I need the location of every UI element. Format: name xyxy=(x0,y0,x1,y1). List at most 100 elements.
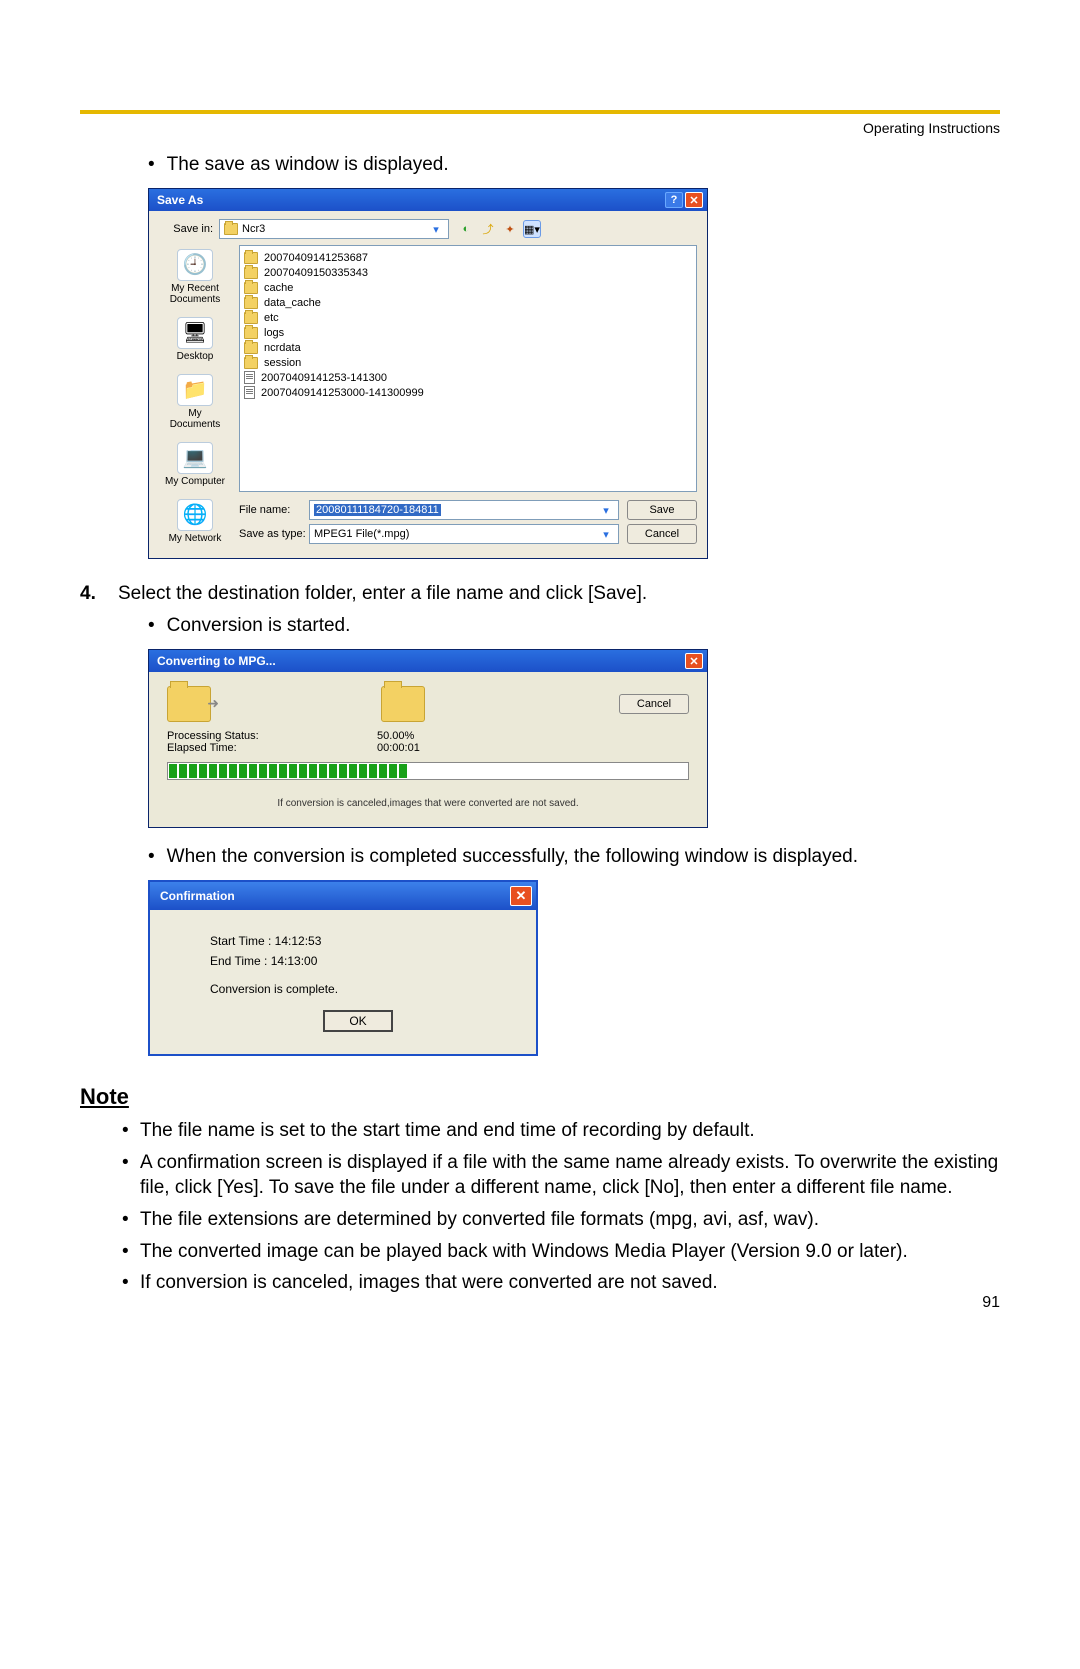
folder-icon xyxy=(244,267,258,279)
converting-title: Converting to MPG... xyxy=(157,654,276,668)
save-as-titlebar[interactable]: Save As ? ✕ xyxy=(149,189,707,211)
chevron-down-icon: ▾ xyxy=(598,528,614,541)
file-name-value: 20080111184720-184811 xyxy=(314,504,441,516)
folder-icon xyxy=(244,342,258,354)
converting-cancel-button[interactable]: Cancel xyxy=(619,694,689,714)
step-text: Select the destination folder, enter a f… xyxy=(118,583,647,605)
list-item-label: 20070409141253-141300 xyxy=(261,372,387,384)
note-list: The file name is set to the start time a… xyxy=(122,1118,1000,1296)
save-button[interactable]: Save xyxy=(627,500,697,520)
step-4: 4. Select the destination folder, enter … xyxy=(80,583,1000,605)
converting-footer: If conversion is canceled,images that we… xyxy=(167,798,689,809)
list-item-label: ncrdata xyxy=(264,342,301,354)
up-icon[interactable]: ⤴ xyxy=(479,220,497,238)
source-folder-icon: ➜ xyxy=(167,686,211,722)
place-my-computer[interactable]: 💻My Computer xyxy=(164,442,226,487)
chevron-down-icon: ▾ xyxy=(428,223,444,236)
places-bar: 🕘My Recent Documents 🖥Desktop 📁My Docume… xyxy=(159,245,231,548)
note-item: The file extensions are determined by co… xyxy=(122,1207,1000,1233)
note-item: A confirmation screen is displayed if a … xyxy=(122,1150,1000,1201)
save-in-value: Ncr3 xyxy=(242,223,265,235)
save-as-type-label: Save as type: xyxy=(239,528,309,540)
folder-icon xyxy=(244,252,258,264)
page: Operating Instructions The save as windo… xyxy=(0,0,1080,1342)
ok-button[interactable]: OK xyxy=(323,1010,393,1032)
list-item[interactable]: cache xyxy=(244,280,692,295)
list-item-label: 20070409141253000-141300999 xyxy=(261,387,424,399)
list-item[interactable]: data_cache xyxy=(244,295,692,310)
confirmation-titlebar[interactable]: Confirmation ✕ xyxy=(150,882,536,910)
progress-bar xyxy=(167,762,689,780)
converting-dialog: Converting to MPG... ✕ ➜ Cancel Processi… xyxy=(148,649,708,828)
file-icon xyxy=(244,371,255,384)
after-convert-bullet: When the conversion is completed success… xyxy=(148,846,1000,868)
list-item[interactable]: 20070409150335343 xyxy=(244,265,692,280)
dest-folder-icon xyxy=(381,686,425,722)
list-item-label: logs xyxy=(264,327,284,339)
place-my-recent[interactable]: 🕘My Recent Documents xyxy=(164,249,226,305)
close-icon[interactable]: ✕ xyxy=(685,653,703,669)
help-icon[interactable]: ? xyxy=(665,192,683,208)
save-as-type-value: MPEG1 File(*.mpg) xyxy=(314,528,409,540)
folder-icon xyxy=(244,297,258,309)
step4-bullet: Conversion is started. xyxy=(148,615,1000,637)
save-as-body: Save in: Ncr3 ▾ ◐ ⤴ ✦ ▦▾ 🕘My Recent Docu… xyxy=(149,211,707,558)
place-my-documents[interactable]: 📁My Documents xyxy=(164,374,226,430)
list-item-label: cache xyxy=(264,282,293,294)
conf-end: End Time : 14:13:00 xyxy=(210,954,506,968)
list-item[interactable]: 20070409141253687 xyxy=(244,250,692,265)
close-icon[interactable]: ✕ xyxy=(510,886,532,906)
proc-label: Processing Status: xyxy=(167,730,377,742)
recent-icon: 🕘 xyxy=(177,249,213,281)
note-item: If conversion is canceled, images that w… xyxy=(122,1270,1000,1296)
views-icon[interactable]: ▦▾ xyxy=(523,220,541,238)
save-as-type-combo[interactable]: MPEG1 File(*.mpg) ▾ xyxy=(309,524,619,544)
list-item[interactable]: ncrdata xyxy=(244,340,692,355)
folder-icon xyxy=(244,327,258,339)
close-icon[interactable]: ✕ xyxy=(685,192,703,208)
list-item[interactable]: 20070409141253000-141300999 xyxy=(244,385,692,400)
header-section: Operating Instructions xyxy=(80,114,1000,154)
save-in-label: Save in: xyxy=(159,223,219,235)
my-documents-icon: 📁 xyxy=(177,374,213,406)
file-name-input[interactable]: 20080111184720-184811 ▾ xyxy=(309,500,619,520)
list-item[interactable]: logs xyxy=(244,325,692,340)
place-my-network[interactable]: 🌐My Network xyxy=(164,499,226,544)
my-network-icon: 🌐 xyxy=(177,499,213,531)
my-computer-icon: 💻 xyxy=(177,442,213,474)
folder-icon xyxy=(224,223,238,235)
file-name-label: File name: xyxy=(239,504,309,516)
list-item-label: 20070409150335343 xyxy=(264,267,368,279)
place-desktop[interactable]: 🖥Desktop xyxy=(164,317,226,362)
confirmation-dialog: Confirmation ✕ Start Time : 14:12:53 End… xyxy=(148,880,538,1056)
chevron-down-icon: ▾ xyxy=(598,504,614,517)
list-item[interactable]: 20070409141253-141300 xyxy=(244,370,692,385)
list-item[interactable]: session xyxy=(244,355,692,370)
desktop-icon: 🖥 xyxy=(177,317,213,349)
list-item-label: session xyxy=(264,357,301,369)
elapsed-label: Elapsed Time: xyxy=(167,742,377,754)
folder-icon xyxy=(244,357,258,369)
elapsed-value: 00:00:01 xyxy=(377,742,420,754)
cancel-button[interactable]: Cancel xyxy=(627,524,697,544)
page-number: 91 xyxy=(982,1294,1000,1312)
nav-icons: ◐ ⤴ ✦ ▦▾ xyxy=(457,220,541,238)
back-icon[interactable]: ◐ xyxy=(457,220,475,238)
proc-value: 50.00% xyxy=(377,730,414,742)
list-item-label: 20070409141253687 xyxy=(264,252,368,264)
file-list[interactable]: 20070409141253687 20070409150335343 cache d… xyxy=(239,245,697,492)
step-number: 4. xyxy=(80,583,118,605)
conf-msg: Conversion is complete. xyxy=(210,982,506,996)
save-in-combo[interactable]: Ncr3 ▾ xyxy=(219,219,449,239)
note-heading: Note xyxy=(80,1084,1000,1110)
new-folder-icon[interactable]: ✦ xyxy=(501,220,519,238)
conf-start: Start Time : 14:12:53 xyxy=(210,934,506,948)
list-item[interactable]: etc xyxy=(244,310,692,325)
file-icon xyxy=(244,386,255,399)
note-item: The converted image can be played back w… xyxy=(122,1239,1000,1265)
list-item-label: data_cache xyxy=(264,297,321,309)
folder-icon xyxy=(244,312,258,324)
list-item-label: etc xyxy=(264,312,279,324)
confirmation-title: Confirmation xyxy=(160,889,235,903)
converting-titlebar[interactable]: Converting to MPG... ✕ xyxy=(149,650,707,672)
